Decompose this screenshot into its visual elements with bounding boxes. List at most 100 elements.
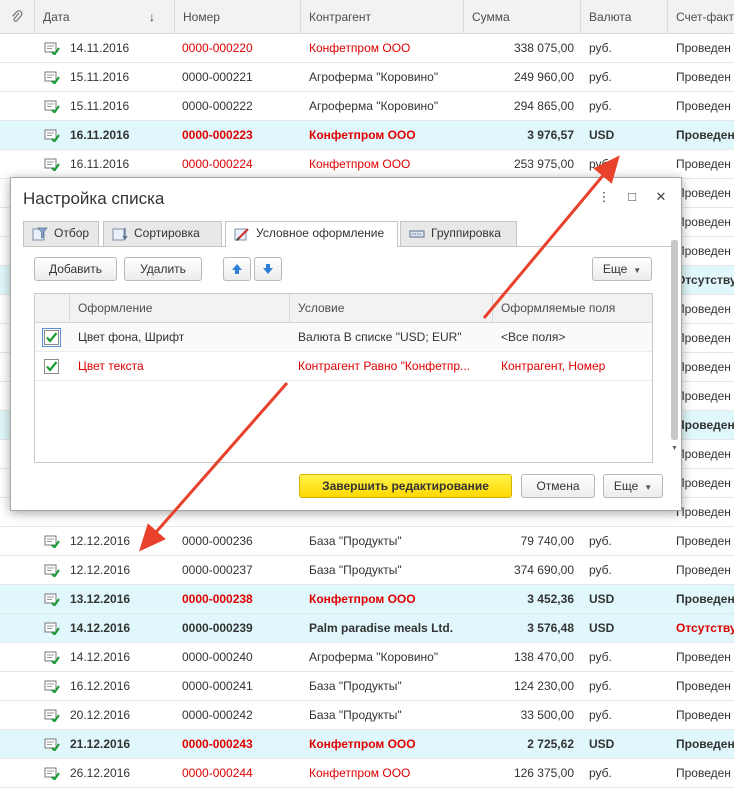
date-cell: 12.12.2016 [70,534,131,548]
move-up-button[interactable] [223,257,251,281]
date-cell: 16.11.2016 [70,128,130,142]
table-row[interactable]: 14.12.2016 0000-000239 Palm paradise meals… [0,614,734,643]
sum-cell: 126 375,00 [513,766,574,780]
table-row[interactable]: 26.12.2016 0000-000244 Конфетпром ООО 126 3… [0,759,734,788]
invoice-status-cell: Проведен [676,505,731,519]
tab-conditional-formatting[interactable]: Условное оформление [225,221,398,247]
currency-cell: руб. [589,766,612,780]
date-cell: 14.11.2016 [70,41,130,55]
currency-cell: руб. [589,563,612,577]
contractor-cell: Агроферма "Коровино" [309,99,439,113]
posted-document-icon [44,129,60,142]
table-row[interactable]: 14.12.2016 0000-000240 Агроферма "Коровино… [0,643,734,672]
contractor-cell: База "Продукты" [309,563,402,577]
checkmark-icon [46,332,58,343]
contractor-cell: База "Продукты" [309,708,402,722]
invoice-status-cell: Проведен [676,157,731,171]
invoice-status-cell: Проведен [676,389,731,403]
table-row[interactable]: 15.11.2016 0000-000221 Агроферма "Коровино… [0,63,734,92]
condition-cell: Валюта В списке "USD; EUR" [298,330,462,344]
table-row[interactable]: Цвет фона, Шрифт Валюта В списке "USD; E… [35,323,652,352]
currency-cell: руб. [589,534,612,548]
dialog-scrollbar[interactable]: ▼ [671,240,678,456]
currency-cell: USD [589,621,615,635]
invoice-status-cell: Проведен [676,592,734,606]
condition-cell: Контрагент Равно "Конфетпр... [298,359,471,373]
row-enabled-checkbox[interactable] [42,328,61,347]
column-header-sum[interactable]: Сумма [464,0,581,34]
delete-button[interactable]: Удалить [124,257,202,281]
invoice-status-cell: Проведен [676,679,731,693]
date-cell: 13.12.2016 [70,592,131,606]
arrow-down-icon [263,264,273,274]
date-cell: 21.12.2016 [70,737,131,751]
sort-desc-icon: ↓ [149,10,155,24]
date-cell: 26.12.2016 [70,766,131,780]
date-cell: 16.12.2016 [70,679,131,693]
number-cell: 0000-000244 [182,766,253,780]
table-row[interactable]: 14.11.2016 0000-000220 Конфетпром ООО 338 0… [0,34,734,63]
invoice-status-cell: Проведен [676,476,731,490]
scrollbar-thumb[interactable] [671,240,678,440]
row-enabled-checkbox[interactable] [44,359,59,374]
currency-cell: USD [589,592,615,606]
table-row[interactable]: 16.11.2016 0000-000223 Конфетпром ООО 3 976… [0,121,734,150]
column-header-invoice[interactable]: Счет-факт [668,0,734,34]
date-cell: 20.12.2016 [70,708,131,722]
add-button[interactable]: Добавить [34,257,117,281]
column-header-condition[interactable]: Условие [290,294,493,323]
sum-cell: 338 075,00 [513,41,574,55]
invoice-status-cell: Отсутству [676,273,734,287]
posted-document-icon [44,709,60,722]
more-button[interactable]: Еще ▼ [592,257,652,281]
column-header-number[interactable]: Номер [175,0,301,34]
number-cell: 0000-000237 [182,563,253,577]
tab-filter[interactable]: Отбор [23,221,99,246]
fields-cell: Контрагент, Номер [501,359,606,373]
checkmark-icon [46,361,58,372]
table-row[interactable]: 16.11.2016 0000-000224 Конфетпром ООО 253 9… [0,150,734,179]
table-row[interactable]: 15.11.2016 0000-000222 Агроферма "Коровино… [0,92,734,121]
invoice-status-cell: Проведен [676,128,734,142]
appearance-cell: Цвет текста [78,359,144,373]
table-row[interactable]: 21.12.2016 0000-000243 Конфетпром ООО 2 725… [0,730,734,759]
column-header-currency[interactable]: Валюта [581,0,668,34]
invoice-status-cell: Проведен [676,708,731,722]
column-header-date[interactable]: Дата ↓ [35,0,175,34]
table-row[interactable]: 20.12.2016 0000-000242 База "Продукты" 33 5… [0,701,734,730]
maximize-icon[interactable]: □ [624,188,640,206]
posted-document-icon [44,158,60,171]
column-header-fields[interactable]: Оформляемые поля [493,294,652,323]
scroll-down-icon[interactable]: ▼ [671,445,678,452]
more-actions-icon[interactable]: ⋮ [596,188,612,206]
contractor-cell: База "Продукты" [309,534,402,548]
date-cell: 12.12.2016 [70,563,131,577]
invoice-status-cell: Проведен [676,563,731,577]
appearance-cell: Цвет фона, Шрифт [78,330,185,344]
currency-cell: руб. [589,708,612,722]
invoice-status-cell: Проведен [676,650,731,664]
table-row[interactable]: 13.12.2016 0000-000238 Конфетпром ООО 3 452… [0,585,734,614]
close-icon[interactable]: ✕ [653,188,669,206]
move-down-button[interactable] [254,257,282,281]
table-row[interactable]: Цвет текста Контрагент Равно "Конфетпр..… [35,352,652,381]
tab-sort[interactable]: Сортировка [103,221,222,246]
column-header-contractor[interactable]: Контрагент [301,0,464,34]
column-header-appearance[interactable]: Оформление [70,294,290,323]
invoice-status-cell: Проведен [676,418,734,432]
filter-icon [32,227,48,241]
contractor-cell: Palm paradise meals Ltd. [309,621,454,635]
posted-document-icon [44,100,60,113]
tab-grouping[interactable]: Группировка [400,221,517,246]
attachment-column-header[interactable] [0,0,35,34]
table-row[interactable]: 16.12.2016 0000-000241 База "Продукты" 124 … [0,672,734,701]
footer-more-button[interactable]: Еще ▼ [603,474,663,498]
brush-icon [234,228,249,241]
date-cell: 14.12.2016 [70,621,131,635]
table-row[interactable]: 12.12.2016 0000-000237 База "Продукты" 374 … [0,556,734,585]
number-cell: 0000-000220 [182,41,253,55]
cancel-button[interactable]: Отмена [521,474,595,498]
finish-editing-button[interactable]: Завершить редактирование [299,474,512,498]
number-cell: 0000-000221 [182,70,253,84]
table-row[interactable]: 12.12.2016 0000-000236 База "Продукты" 79 7… [0,527,734,556]
